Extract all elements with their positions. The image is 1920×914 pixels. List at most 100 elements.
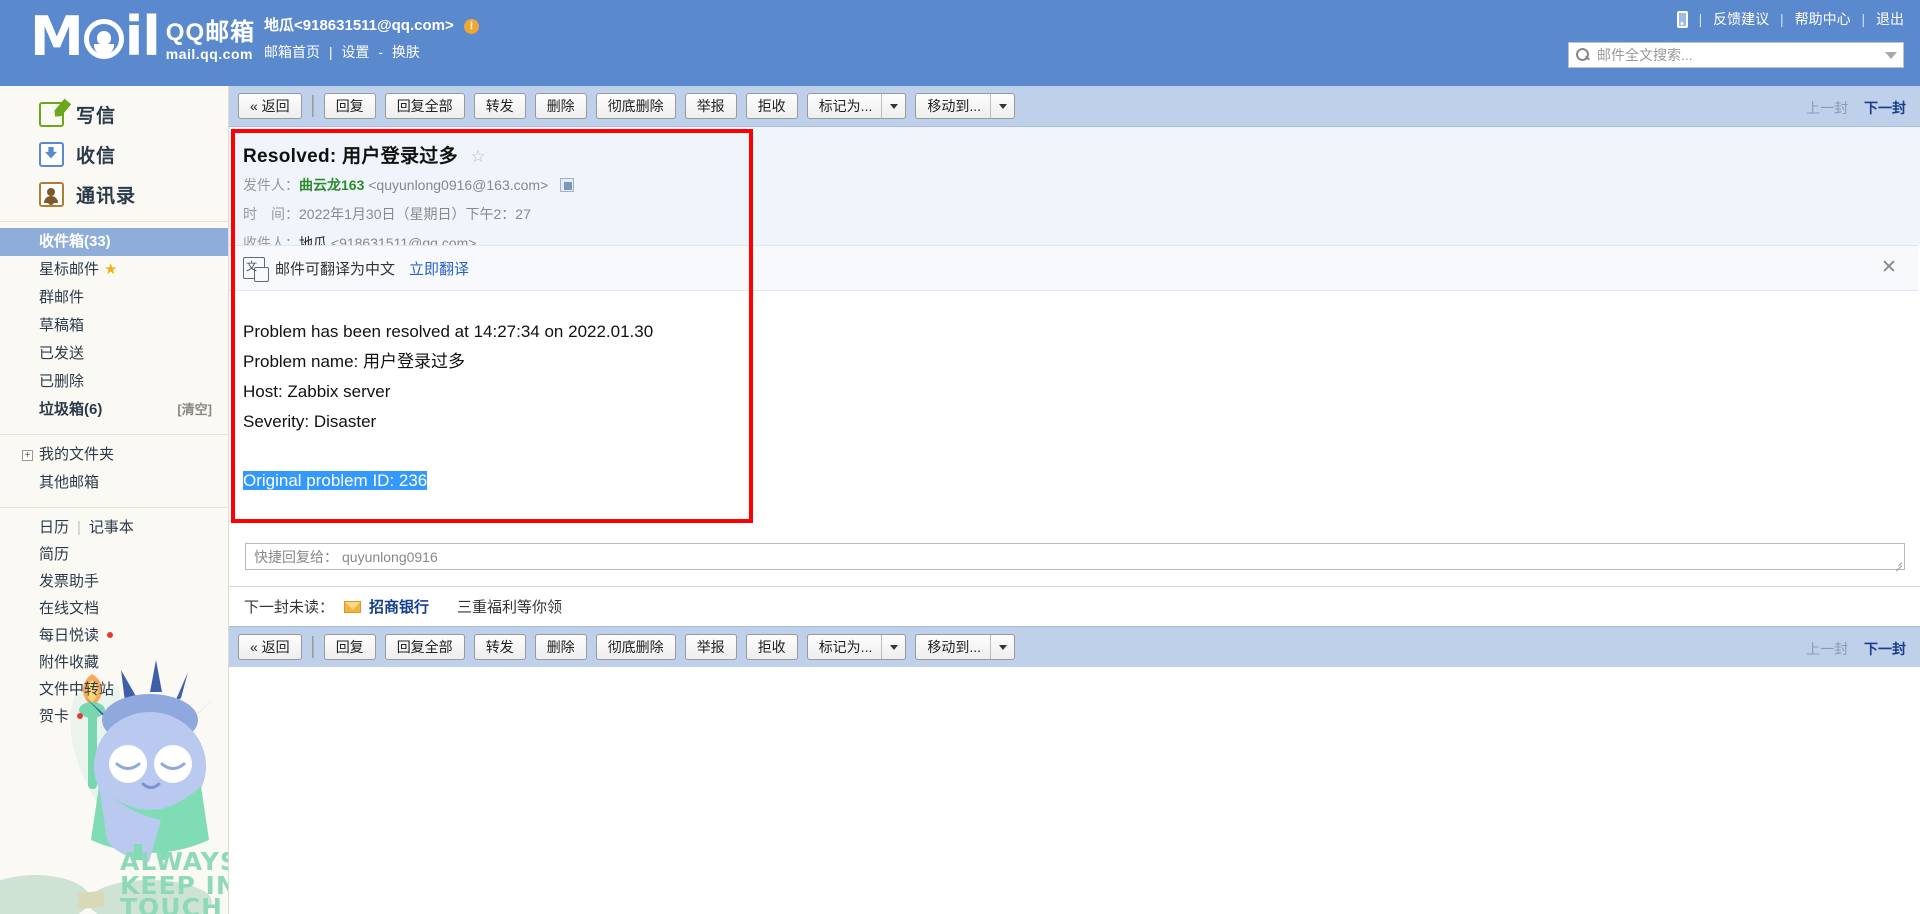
user-info-block: 地瓜<918631511@qq.com> ! 邮箱首页 | 设置 - 换肤 xyxy=(264,14,479,64)
link-dash: - xyxy=(378,44,383,60)
sidebar-item-receive[interactable]: 收信 xyxy=(0,134,228,174)
link-skin[interactable]: 换肤 xyxy=(392,44,420,60)
sidebar-item-compose[interactable]: 写信 xyxy=(0,94,228,134)
link-help-center[interactable]: 帮助中心 xyxy=(1795,11,1851,27)
sidebar-tool-file-transfer[interactable]: 文件中转站 xyxy=(0,676,228,703)
sidebar-folder-trash[interactable]: 垃圾箱(6) [清空] xyxy=(0,396,228,424)
move-to-label-bottom: 移动到... xyxy=(927,639,982,655)
move-to-button[interactable]: 移动到... xyxy=(915,93,1016,119)
move-to-dropdown-bottom[interactable] xyxy=(990,635,1014,659)
next-unread-subject[interactable]: 三重福利等你领 xyxy=(457,596,562,617)
main-content: « 返回 回复 回复全部 转发 删除 彻底删除 举报 拒收 标记为... 移动到… xyxy=(229,86,1920,914)
next-mail-link-bottom[interactable]: 下一封 xyxy=(1864,641,1906,657)
back-button[interactable]: « 返回 xyxy=(238,93,302,119)
move-to-dropdown[interactable] xyxy=(990,94,1014,118)
mark-as-button-bottom[interactable]: 标记为... xyxy=(806,634,907,660)
forward-button[interactable]: 转发 xyxy=(473,93,526,119)
logo-letter-m: M xyxy=(30,5,84,68)
delete-button-bottom[interactable]: 删除 xyxy=(534,634,587,660)
mark-as-dropdown-bottom[interactable] xyxy=(881,635,905,659)
prev-mail-link-bottom[interactable]: 上一封 xyxy=(1806,641,1848,657)
sidebar-folder-group[interactable]: 群邮件 xyxy=(0,284,228,312)
refuse-button[interactable]: 拒收 xyxy=(745,93,798,119)
compose-icon xyxy=(39,101,64,127)
forward-button-bottom[interactable]: 转发 xyxy=(473,634,526,660)
sidebar: ALWAYS KEEP IN TOUCH 写信 收信 通讯录 收件箱(33) 星… xyxy=(0,86,229,914)
tool-label-file-transfer: 文件中转站 xyxy=(39,681,115,698)
mark-as-dropdown[interactable] xyxy=(881,94,905,118)
mail-nav-bottom: 上一封 下一封 xyxy=(1806,639,1906,659)
contacts-icon xyxy=(39,181,64,207)
link-mailbox-home[interactable]: 邮箱首页 xyxy=(264,44,320,60)
sidebar-tool-attachments[interactable]: 附件收藏 xyxy=(0,649,228,676)
close-icon[interactable]: ✕ xyxy=(1880,258,1898,277)
tool-separator: | xyxy=(77,519,81,536)
tool-label-calendar: 日历 xyxy=(39,519,70,536)
inbox-icon xyxy=(39,141,64,167)
qq-mail-logo[interactable]: Mil QQ邮箱 mail.qq.com xyxy=(30,8,255,66)
sidebar-tool-calendar-notes[interactable]: 日历 | 记事本 xyxy=(0,514,228,541)
sidebar-folder-drafts[interactable]: 草稿箱 xyxy=(0,312,228,340)
next-unread-sender[interactable]: 招商银行 xyxy=(369,596,429,617)
prev-mail-link[interactable]: 上一封 xyxy=(1806,100,1848,116)
brand-name-cn: QQ邮箱 xyxy=(165,19,256,46)
search-icon xyxy=(1575,47,1591,63)
move-to-button-bottom[interactable]: 移动到... xyxy=(915,634,1016,660)
chevron-down-icon xyxy=(998,644,1007,650)
trash-clear-link[interactable]: [清空] xyxy=(177,396,212,424)
chevron-down-icon xyxy=(998,103,1007,109)
sidebar-label-receive: 收信 xyxy=(76,145,117,167)
link-logout[interactable]: 退出 xyxy=(1876,11,1904,27)
report-button-bottom[interactable]: 举报 xyxy=(684,634,737,660)
back-button-bottom[interactable]: « 返回 xyxy=(238,634,302,660)
warning-icon[interactable]: ! xyxy=(463,19,479,34)
sidebar-folder-sent[interactable]: 已发送 xyxy=(0,340,228,368)
header-right-links: | 反馈建议 | 帮助中心 | 退出 xyxy=(1676,9,1904,29)
star-icon: ★ xyxy=(104,261,118,278)
sidebar-folder-inbox[interactable]: 收件箱(33) xyxy=(0,228,228,256)
sidebar-item-contacts[interactable]: 通讯录 xyxy=(0,174,228,214)
sidebar-tool-daily-reading[interactable]: 每日悦读 xyxy=(0,622,228,649)
delete-button[interactable]: 删除 xyxy=(534,93,587,119)
mark-as-label: 标记为... xyxy=(818,98,873,114)
user-address: 地瓜<918631511@qq.com> xyxy=(264,17,454,34)
sidebar-folder-othermail[interactable]: 其他邮箱 xyxy=(0,469,228,497)
user-links: 邮箱首页 | 设置 - 换肤 xyxy=(264,40,479,64)
quick-reply-bar[interactable]: 快捷回复给： quyunlong0916 xyxy=(245,543,1905,570)
link-feedback[interactable]: 反馈建议 xyxy=(1713,11,1769,27)
link-settings[interactable]: 设置 xyxy=(341,44,369,60)
tool-label-notes: 记事本 xyxy=(88,519,134,536)
sidebar-tool-resume[interactable]: 简历 xyxy=(0,541,228,568)
new-dot-icon-2 xyxy=(77,713,84,719)
mascot-text-1: ALWAYS xyxy=(120,847,229,876)
delete-forever-button[interactable]: 彻底删除 xyxy=(595,93,676,119)
expand-icon[interactable]: + xyxy=(22,450,33,461)
mark-as-button[interactable]: 标记为... xyxy=(806,93,907,119)
resize-grip-icon[interactable] xyxy=(1893,559,1902,568)
reply-button[interactable]: 回复 xyxy=(323,93,376,119)
folder-label-group: 群邮件 xyxy=(39,289,85,306)
search-box[interactable] xyxy=(1568,42,1904,68)
folder-label-starred: 星标邮件 xyxy=(39,261,100,278)
sidebar-folder-deleted[interactable]: 已删除 xyxy=(0,368,228,396)
mobile-phone-icon[interactable] xyxy=(1676,11,1688,28)
reply-all-button[interactable]: 回复全部 xyxy=(384,93,465,119)
sidebar-tool-greeting-card[interactable]: 贺卡 xyxy=(0,703,228,730)
refuse-button-bottom[interactable]: 拒收 xyxy=(745,634,798,660)
app-header: Mil QQ邮箱 mail.qq.com 地瓜<918631511@qq.com… xyxy=(0,0,1920,86)
folder-label-deleted: 已删除 xyxy=(39,373,85,390)
sidebar-folder-myfolders[interactable]: + 我的文件夹 xyxy=(0,441,228,469)
reply-all-button-bottom[interactable]: 回复全部 xyxy=(384,634,465,660)
search-input[interactable] xyxy=(1595,46,1881,64)
sidebar-tool-online-docs[interactable]: 在线文档 xyxy=(0,595,228,622)
sidebar-tool-invoice[interactable]: 发票助手 xyxy=(0,568,228,595)
report-button[interactable]: 举报 xyxy=(684,93,737,119)
quick-reply-recipient: quyunlong0916 xyxy=(342,548,438,565)
delete-forever-button-bottom[interactable]: 彻底删除 xyxy=(595,634,676,660)
link-separator-1: | xyxy=(328,44,333,60)
sidebar-folder-starred[interactable]: 星标邮件 ★ xyxy=(0,256,228,284)
brand-url: mail.qq.com xyxy=(165,46,253,62)
reply-button-bottom[interactable]: 回复 xyxy=(323,634,376,660)
chevron-down-icon[interactable] xyxy=(1885,51,1897,59)
next-mail-link[interactable]: 下一封 xyxy=(1864,100,1906,116)
